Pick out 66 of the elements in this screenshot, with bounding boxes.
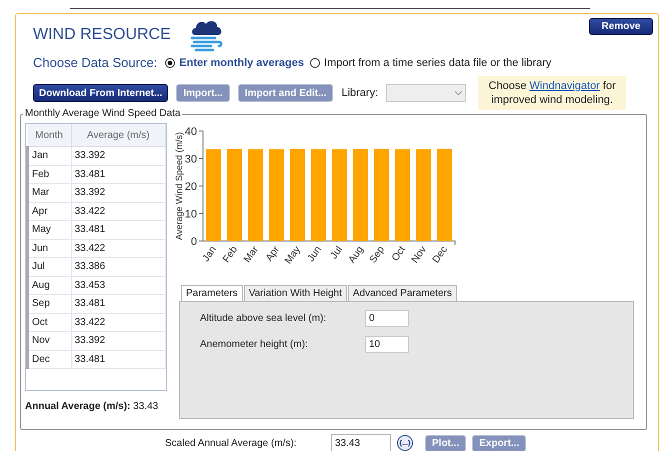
table-cell[interactable]: 33.481 <box>71 220 166 239</box>
radio-label[interactable]: Enter monthly averages <box>179 56 304 68</box>
table-cell: May <box>28 220 72 239</box>
windnavigator-link[interactable]: Windnavigator <box>530 80 600 92</box>
category-label: Mar <box>242 244 261 265</box>
chevron-down-icon <box>455 91 462 95</box>
category-label: Apr <box>264 244 282 264</box>
table-cell[interactable]: 33.422 <box>71 202 166 220</box>
category-label: Jan <box>200 244 219 264</box>
category-label: Oct <box>390 244 408 264</box>
radio-label[interactable]: Import from a time series data file or the library <box>324 56 552 68</box>
table-cell[interactable]: 33.422 <box>71 239 166 258</box>
input-field[interactable]: 10 <box>365 336 409 353</box>
category-label: Dec <box>430 244 450 266</box>
table-cell[interactable]: 33.392 <box>71 146 166 165</box>
tick-label: 20 <box>184 181 197 193</box>
tick-label: 30 <box>184 154 197 166</box>
column-header: Month <box>28 124 72 146</box>
table-cell: Apr <box>28 202 72 220</box>
tick-label: 10 <box>184 208 197 220</box>
table-cell[interactable]: 33.481 <box>71 350 166 368</box>
table-cell: Nov <box>28 332 72 350</box>
table-cell: Mar <box>28 184 72 202</box>
field-label: Anemometer height (m): <box>200 339 309 350</box>
table-cell: Dec <box>28 350 72 368</box>
scaled-average-label: Scaled Annual Average (m/s): <box>165 438 298 448</box>
table-cell: Jun <box>28 239 72 258</box>
category-label: Jul <box>328 244 345 262</box>
axis-title: Average Wind Speed (m/s) <box>174 132 184 240</box>
radio-button[interactable] <box>165 58 176 68</box>
field-label: Altitude above sea level (m): <box>200 313 328 324</box>
radio-button[interactable] <box>310 58 320 68</box>
tab[interactable]: Variation With Height <box>244 285 347 301</box>
table-cell: Aug <box>28 276 72 294</box>
category-label: Nov <box>410 244 429 266</box>
category-label: Sep <box>368 244 387 266</box>
table-cell: Feb <box>28 165 72 184</box>
table-cell[interactable]: 33.386 <box>71 258 166 276</box>
module-title: WIND RESOURCE <box>33 26 171 44</box>
table-cell: Jul <box>28 258 72 276</box>
table-cell: Oct <box>28 313 72 332</box>
table-cell[interactable]: 33.392 <box>71 184 166 202</box>
input-field[interactable]: 33.43 <box>331 434 391 451</box>
group-title: Monthly Average Wind Speed Data <box>23 108 182 119</box>
table-cell[interactable]: 33.481 <box>71 294 166 313</box>
table-cell[interactable]: 33.422 <box>71 313 166 332</box>
column-header: Average (m/s) <box>71 124 166 146</box>
tick-label: 40 <box>184 126 197 138</box>
category-label: Feb <box>221 244 240 265</box>
library-label: Library: <box>341 87 378 99</box>
tab[interactable]: Parameters <box>181 285 243 301</box>
remove-button[interactable]: Remove <box>589 18 653 35</box>
category-label: Jun <box>306 244 324 264</box>
tab[interactable]: Advanced Parameters <box>348 285 457 301</box>
table-cell[interactable]: 33.481 <box>71 165 166 184</box>
table-cell: Jan <box>28 146 72 165</box>
download-button[interactable]: Download From Internet... <box>33 84 168 102</box>
tick-label: 0 <box>190 236 197 248</box>
input-field[interactable]: 0 <box>365 310 409 327</box>
table-cell[interactable]: 33.453 <box>71 276 166 294</box>
table-cell[interactable]: 33.392 <box>71 332 166 350</box>
data-source-label: Choose Data Source: <box>33 55 158 70</box>
info-note: Choose Windnavigator for improved wind modeling. <box>478 76 626 110</box>
table-cell: Sep <box>28 294 72 313</box>
annual-average: Annual Average (m/s): 33.43 <box>25 401 160 412</box>
category-label: Aug <box>346 244 366 266</box>
